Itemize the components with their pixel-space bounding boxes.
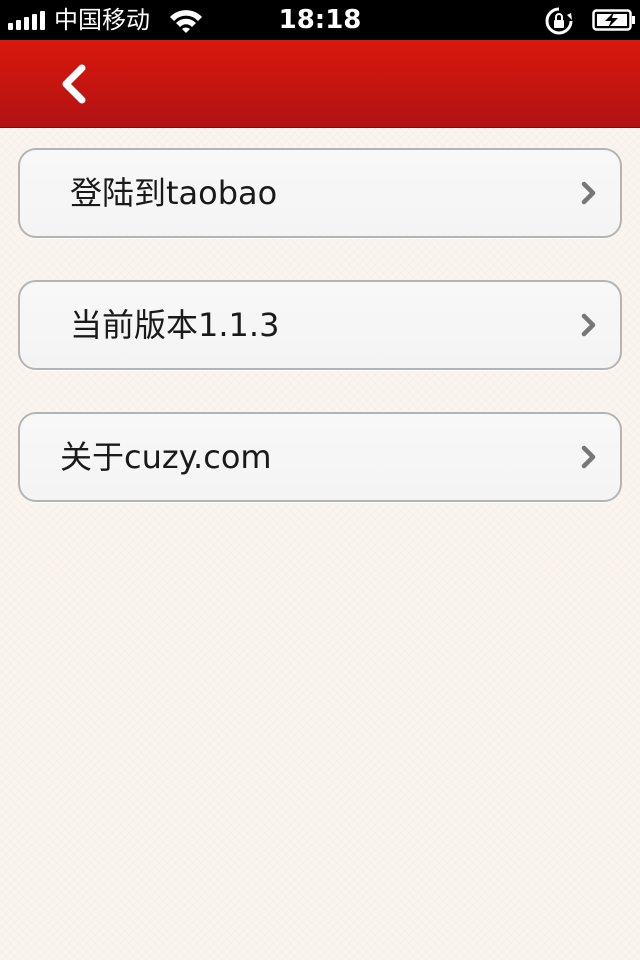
rotation-lock-icon <box>545 7 573 35</box>
wifi-icon <box>170 10 202 33</box>
status-bar: 中国移动 18:18 <box>0 0 640 40</box>
version-row[interactable]: 当前版本1.1.3 <box>18 280 622 370</box>
chevron-right-icon <box>581 181 596 205</box>
about-cuzy-row[interactable]: 关于cuzy.com <box>18 412 622 502</box>
chevron-right-icon <box>581 445 596 469</box>
back-button[interactable] <box>40 50 110 116</box>
version-label: 当前版本1.1.3 <box>70 306 280 344</box>
carrier-name: 中国移动 <box>54 6 150 34</box>
login-taobao-row[interactable]: 登陆到taobao <box>18 148 622 238</box>
signal-bars-icon <box>8 10 48 30</box>
battery-charging-icon <box>592 9 635 31</box>
login-taobao-label: 登陆到taobao <box>70 174 278 212</box>
chevron-right-icon <box>581 313 596 337</box>
chevron-left-icon <box>62 64 86 104</box>
nav-bar <box>0 40 640 128</box>
about-cuzy-label: 关于cuzy.com <box>60 438 272 476</box>
